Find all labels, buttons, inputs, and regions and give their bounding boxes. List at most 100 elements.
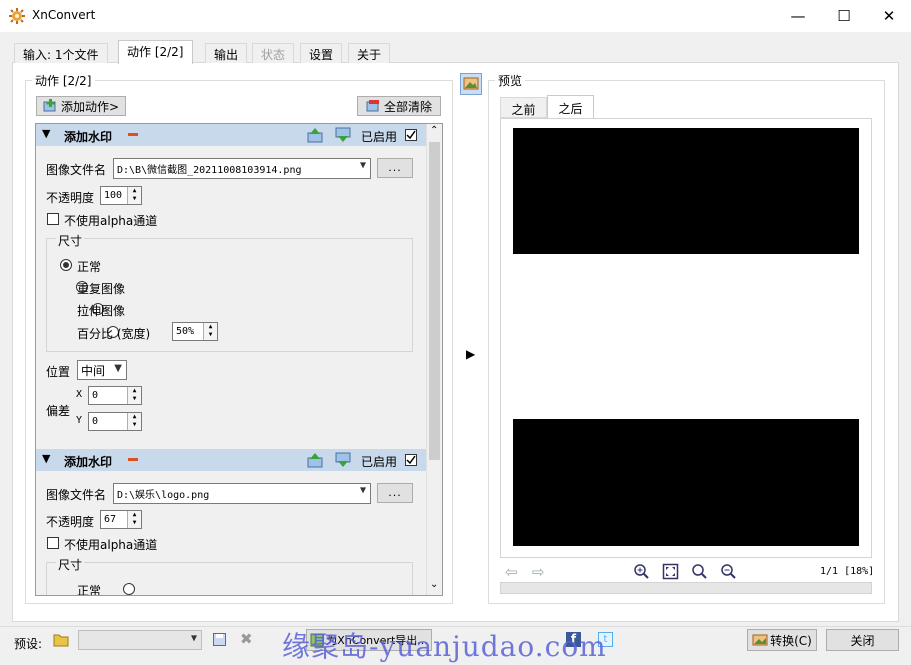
tab-actions[interactable]: 动作 [2/2]	[118, 40, 193, 64]
collapse-arrow-icon[interactable]: ▼	[42, 452, 50, 465]
preview-progress-bar	[500, 582, 872, 594]
spin-arrows-icon[interactable]: ▲ ▼	[127, 187, 141, 204]
convert-icon	[752, 634, 768, 646]
position-dropdown[interactable]: 中间 ▼	[77, 360, 127, 380]
clear-all-label: 全部清除	[383, 99, 432, 114]
image-file-label: 图像文件名	[46, 163, 107, 177]
image-file-value: D:\娱乐\logo.png	[117, 490, 210, 501]
toggle-preview-button[interactable]	[460, 73, 482, 95]
spin-arrows-icon[interactable]: ▲ ▼	[127, 387, 141, 404]
actions-group-title: 动作 [2/2]	[32, 72, 95, 89]
percent-value: 50%	[176, 326, 195, 337]
clear-all-icon	[366, 100, 379, 112]
y-value: 0	[92, 416, 99, 427]
convert-button[interactable]: 转换(C)	[747, 629, 817, 651]
zoom-out-icon[interactable]	[720, 563, 737, 580]
tab-after[interactable]: 之后	[547, 95, 594, 119]
expand-arrow-icon[interactable]: ▶	[466, 347, 475, 361]
tab-output[interactable]: 输出	[205, 43, 248, 63]
open-folder-icon[interactable]	[53, 632, 70, 648]
size-normal-label: 正常	[77, 260, 102, 274]
maximize-button[interactable]: ☐	[821, 0, 867, 32]
zoom-actual-icon[interactable]	[691, 563, 708, 580]
convert-label: 转换(C)	[770, 633, 812, 648]
chevron-down-icon: ▼	[114, 363, 122, 374]
no-alpha-checkbox[interactable]	[47, 537, 59, 549]
watermark-text: 缘聚岛-yuanjudao.com	[282, 630, 607, 663]
y-offset-stepper[interactable]: 0 ▲ ▼	[88, 412, 142, 431]
action-title: 添加水印	[64, 130, 113, 144]
percent-stepper[interactable]: 50% ▲ ▼	[172, 322, 218, 341]
tab-before[interactable]: 之前	[500, 97, 547, 118]
size-group-title: 尺寸	[56, 232, 85, 249]
chevron-down-icon: ▼	[190, 633, 197, 644]
image-file-dropdown[interactable]: D:\B\微信截图_20211008103914.png ▼	[113, 158, 371, 179]
clear-all-button[interactable]: 全部清除	[357, 96, 441, 116]
image-file-label: 图像文件名	[46, 488, 107, 502]
next-icon[interactable]: ⇨	[532, 563, 545, 581]
image-file-dropdown[interactable]: D:\娱乐\logo.png ▼	[113, 483, 371, 504]
minimize-button[interactable]: —	[775, 0, 821, 32]
preset-label: 预设:	[14, 637, 43, 651]
opacity-stepper[interactable]: 100 ▲ ▼	[100, 186, 142, 205]
add-action-button[interactable]: 添加动作>	[36, 96, 126, 116]
preview-image-top	[513, 128, 859, 254]
tab-settings[interactable]: 设置	[300, 43, 343, 63]
move-down-icon[interactable]	[335, 452, 351, 468]
opacity-label: 不透明度	[46, 515, 95, 529]
action-list-scrollbar[interactable]: ⌃ ⌄	[426, 124, 442, 595]
chevron-down-icon: ▼	[359, 160, 366, 171]
close-window-button[interactable]: ✕	[866, 0, 911, 32]
image-file-value: D:\B\微信截图_20211008103914.png	[117, 165, 302, 176]
action-header-2[interactable]: ▼ 添加水印 已启用	[36, 449, 426, 471]
xnconvert-logo-icon	[9, 8, 25, 24]
action-header-1[interactable]: ▼ 添加水印 已启用	[36, 124, 426, 146]
enabled-checkbox[interactable]	[405, 129, 417, 141]
size-group	[46, 562, 413, 595]
tab-status[interactable]: 状态	[252, 43, 295, 63]
add-action-icon	[43, 99, 56, 112]
size-normal-radio[interactable]	[60, 259, 72, 271]
move-down-icon[interactable]	[335, 127, 351, 143]
position-label: 位置	[46, 365, 71, 379]
preset-dropdown[interactable]: ▼	[78, 630, 202, 650]
tab-input[interactable]: 输入: 1个文件	[14, 43, 108, 63]
browse-button[interactable]: ...	[377, 158, 413, 178]
move-up-icon[interactable]	[307, 127, 323, 143]
spin-arrows-icon[interactable]: ▲ ▼	[203, 323, 217, 340]
remove-action-icon[interactable]	[128, 458, 138, 461]
spin-arrows-icon[interactable]: ▲ ▼	[127, 511, 141, 528]
save-icon[interactable]	[212, 632, 227, 647]
checkmark-icon	[406, 130, 416, 140]
enabled-checkbox[interactable]	[405, 454, 417, 466]
previous-icon[interactable]: ⇦	[505, 563, 518, 581]
opacity-value: 100	[104, 190, 123, 201]
browse-button[interactable]: ...	[377, 483, 413, 503]
window-title: XnConvert	[32, 8, 96, 22]
move-up-icon[interactable]	[307, 452, 323, 468]
preview-image-bottom	[513, 419, 859, 546]
fit-to-window-icon[interactable]	[662, 563, 679, 580]
x-value: 0	[92, 390, 99, 401]
size-percent-label: 百分比 (宽度)	[77, 327, 151, 341]
add-action-label: 添加动作>	[60, 99, 120, 114]
collapse-arrow-icon[interactable]: ▼	[42, 127, 50, 140]
x-offset-stepper[interactable]: 0 ▲ ▼	[88, 386, 142, 405]
opacity-value: 67	[104, 514, 117, 525]
tab-about[interactable]: 关于	[348, 43, 391, 63]
opacity-stepper[interactable]: 67 ▲ ▼	[100, 510, 142, 529]
close-button[interactable]: 关闭	[826, 629, 899, 651]
no-alpha-checkbox[interactable]	[47, 213, 59, 225]
scroll-up-icon[interactable]: ⌃	[430, 125, 438, 136]
scrollbar-thumb[interactable]	[429, 142, 440, 460]
action-title: 添加水印	[64, 455, 113, 469]
zoom-in-icon[interactable]	[633, 563, 650, 580]
size-group-title: 尺寸	[56, 556, 85, 573]
size-normal-label: 正常	[77, 584, 102, 596]
scroll-down-icon[interactable]: ⌄	[430, 579, 438, 590]
delete-icon[interactable]: ✖	[240, 630, 253, 648]
spin-arrows-icon[interactable]: ▲ ▼	[127, 413, 141, 430]
enabled-label: 已启用	[361, 455, 398, 469]
remove-action-icon[interactable]	[128, 133, 138, 136]
preview-group-title: 预览	[495, 72, 526, 89]
